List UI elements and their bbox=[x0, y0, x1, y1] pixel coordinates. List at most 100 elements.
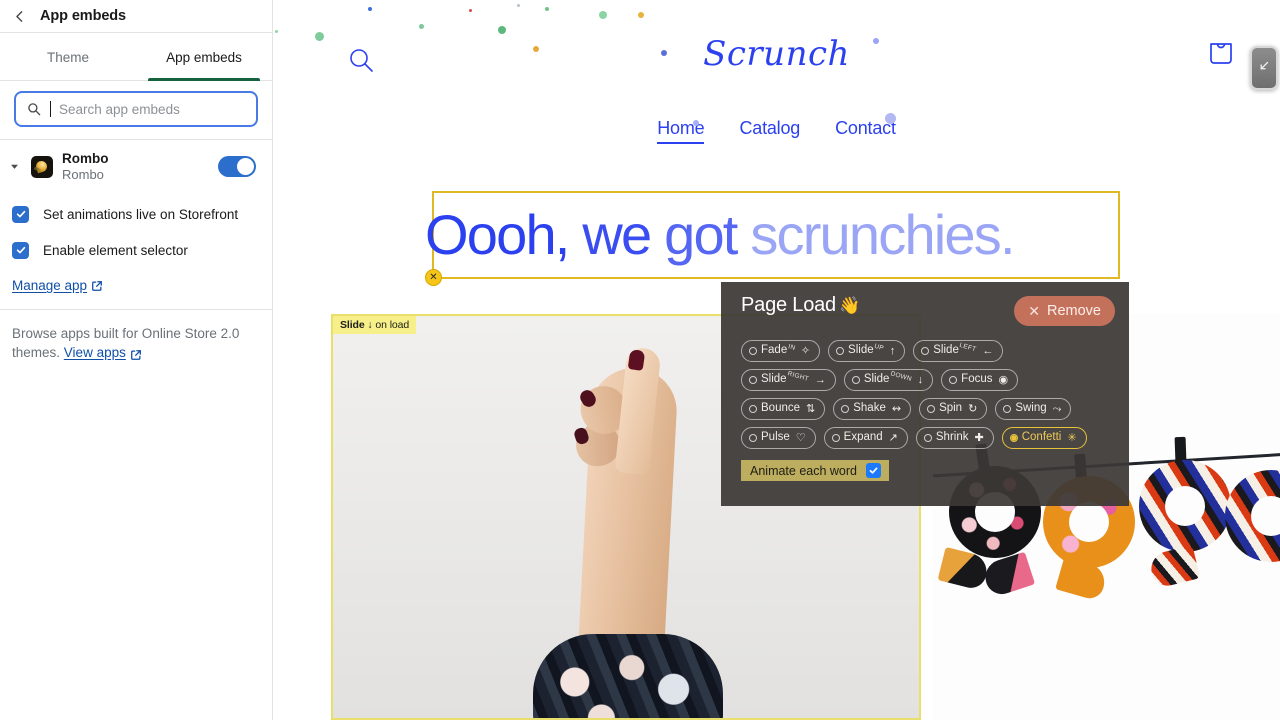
close-handle-icon[interactable]: ✕ bbox=[425, 269, 442, 286]
checkbox-set-animations-live[interactable] bbox=[12, 205, 29, 223]
animation-chip-slide-left[interactable]: Slide LEFT ← bbox=[913, 340, 1004, 362]
animation-chip-spin[interactable]: Spin ↻ bbox=[919, 398, 988, 420]
radio-icon bbox=[949, 376, 958, 384]
animation-chip-glyph-icon: ↭ bbox=[891, 402, 902, 415]
shopping-bag-icon[interactable] bbox=[1208, 38, 1234, 66]
animation-chip-shake[interactable]: Shake ↭ bbox=[833, 398, 912, 420]
external-link-icon bbox=[130, 347, 142, 360]
animation-chip-shrink[interactable]: Shrink ✚ bbox=[915, 427, 994, 449]
animation-chip-label: Focus bbox=[961, 373, 993, 386]
sidebar-header: App embeds bbox=[0, 0, 272, 33]
search-icon bbox=[26, 101, 42, 117]
animation-chip-glyph-icon: ✧ bbox=[800, 344, 811, 357]
modal-title-text: Page Load bbox=[741, 294, 836, 316]
search-input[interactable]: Search app embeds bbox=[14, 91, 258, 127]
tab-theme[interactable]: Theme bbox=[0, 33, 136, 81]
checkbox-row-enable-element-selector[interactable]: Enable element selector bbox=[0, 235, 272, 265]
chevron-left-icon[interactable] bbox=[10, 7, 28, 25]
badge-suffix: on load bbox=[375, 319, 410, 331]
hero-word-1: Oooh, bbox=[425, 203, 570, 266]
app-name-block: Rombo Rombo bbox=[62, 150, 209, 183]
radio-icon bbox=[749, 347, 757, 355]
radio-icon bbox=[749, 376, 757, 384]
animation-chip-swing[interactable]: Swing ⤳ bbox=[995, 398, 1072, 420]
storefront-preview: Scrunch Home Catalog Contact ✕ Oooh, we … bbox=[273, 0, 1280, 720]
animation-chip-label: Pulse bbox=[761, 431, 790, 444]
browse-apps-footer: Browse apps built for Online Store 2.0 t… bbox=[0, 310, 272, 362]
animation-chip-label: Shrink bbox=[935, 431, 969, 444]
text-cursor bbox=[50, 101, 51, 117]
animation-chip-glyph-icon: ⤳ bbox=[1052, 402, 1062, 415]
animation-chip-label: Expand bbox=[843, 431, 883, 444]
store-header: Scrunch bbox=[273, 0, 1280, 105]
hero-word-2: we bbox=[582, 203, 652, 266]
page-title: App embeds bbox=[40, 8, 127, 24]
animation-chip-bounce[interactable]: Bounce ⇅ bbox=[741, 398, 826, 420]
caret-down-icon[interactable] bbox=[6, 159, 22, 175]
sidebar-tabs: Theme App embeds bbox=[0, 33, 272, 81]
checkbox-label-set-animations-live: Set animations live on Storefront bbox=[43, 206, 239, 222]
checkbox-enable-element-selector[interactable] bbox=[12, 241, 29, 259]
checkbox-label-enable-element-selector: Enable element selector bbox=[43, 242, 188, 258]
manage-app-label: Manage app bbox=[12, 278, 88, 293]
remove-button[interactable]: ✕ Remove bbox=[1014, 296, 1115, 326]
animation-chip-glyph-icon: ↗ bbox=[888, 431, 898, 444]
animation-chip-glyph-icon: ♡ bbox=[795, 431, 806, 444]
animation-picker-modal: Page Load 👋 ✕ Remove Fade IN ✧ Slide UP ↑ Slid… bbox=[721, 282, 1129, 506]
nav-link-home[interactable]: Home bbox=[657, 118, 705, 144]
app-embeds-sidebar: App embeds Theme App embeds Search app e… bbox=[0, 0, 273, 720]
animation-options: Fade IN ✧ Slide UP ↑ Slide LEFT ← Slide RIGHT → Slid… bbox=[741, 340, 1093, 449]
animation-chip-slide-up[interactable]: Slide UP ↑ bbox=[828, 340, 906, 362]
checkbox-row-set-animations-live[interactable]: Set animations live on Storefront bbox=[0, 199, 272, 229]
radio-icon bbox=[927, 405, 936, 413]
animation-chip-glyph-icon: ← bbox=[982, 344, 994, 357]
preview-canvas: Scrunch Home Catalog Contact ✕ Oooh, we … bbox=[273, 0, 1280, 720]
app-name: Rombo bbox=[62, 151, 109, 166]
collapse-panel-button[interactable] bbox=[1250, 46, 1278, 90]
animation-chip-label: Slide DOWN bbox=[863, 370, 913, 386]
badge-prefix: Slide bbox=[340, 319, 365, 331]
manage-app-link[interactable]: Manage app bbox=[12, 278, 103, 293]
animation-badge: Slide ↓ on load bbox=[333, 316, 417, 334]
animation-chip-label: Bounce bbox=[761, 402, 801, 415]
hero-word-4: scrunchies. bbox=[750, 203, 1015, 266]
search-section: Search app embeds bbox=[0, 81, 272, 139]
animation-chip-glyph-icon: ✚ bbox=[974, 431, 984, 444]
nav-link-catalog[interactable]: Catalog bbox=[739, 118, 800, 144]
animation-chip-direction: LEFT bbox=[958, 342, 978, 354]
radio-icon bbox=[831, 434, 840, 442]
animation-chip-slide-down[interactable]: Slide DOWN ↓ bbox=[843, 369, 934, 391]
animation-chip-direction: DOWN bbox=[889, 370, 913, 384]
radio-icon bbox=[749, 434, 757, 442]
app-enabled-toggle[interactable] bbox=[218, 156, 256, 177]
animation-chip-focus[interactable]: Focus ◉ bbox=[941, 369, 1019, 391]
animation-chip-label: Confetti bbox=[1021, 431, 1062, 444]
radio-icon bbox=[841, 405, 850, 413]
radio-icon bbox=[1009, 434, 1018, 442]
animate-each-word-checkbox[interactable] bbox=[866, 463, 882, 478]
scrunchie-bundle-shape bbox=[533, 634, 723, 718]
animation-chip-label: Fade IN bbox=[761, 343, 796, 357]
tab-app-embeds[interactable]: App embeds bbox=[136, 33, 272, 81]
radio-icon bbox=[923, 434, 932, 442]
animation-chip-pulse[interactable]: Pulse ♡ bbox=[741, 427, 816, 449]
store-nav: Home Catalog Contact bbox=[273, 118, 1280, 144]
nav-link-contact[interactable]: Contact bbox=[835, 118, 896, 144]
radio-icon bbox=[749, 405, 757, 413]
hero-headline[interactable]: Oooh, we got scrunchies. bbox=[425, 196, 1125, 274]
store-logo[interactable]: Scrunch bbox=[273, 34, 1280, 74]
app-developer: Rombo bbox=[62, 167, 104, 182]
view-apps-link[interactable]: View apps bbox=[64, 343, 142, 362]
animation-chip-confetti[interactable]: Confetti ✳ bbox=[1001, 427, 1087, 449]
animation-chip-slide-right[interactable]: Slide RIGHT → bbox=[741, 369, 836, 391]
animation-chip-glyph-icon: ⇅ bbox=[806, 402, 816, 415]
animation-chip-glyph-icon: ↻ bbox=[968, 402, 978, 415]
animation-chip-direction: UP bbox=[873, 343, 885, 353]
animation-chip-expand[interactable]: Expand ↗ bbox=[823, 427, 908, 449]
scrunchie-striped bbox=[1225, 470, 1280, 562]
animation-chip-fade-in[interactable]: Fade IN ✧ bbox=[741, 340, 821, 362]
arrow-down-icon: ↓ bbox=[367, 319, 373, 331]
animate-each-word-label: Animate each word bbox=[750, 463, 858, 478]
animate-each-word-row[interactable]: Animate each word bbox=[741, 460, 890, 481]
app-embed-row-rombo[interactable]: Rombo Rombo bbox=[0, 140, 272, 193]
